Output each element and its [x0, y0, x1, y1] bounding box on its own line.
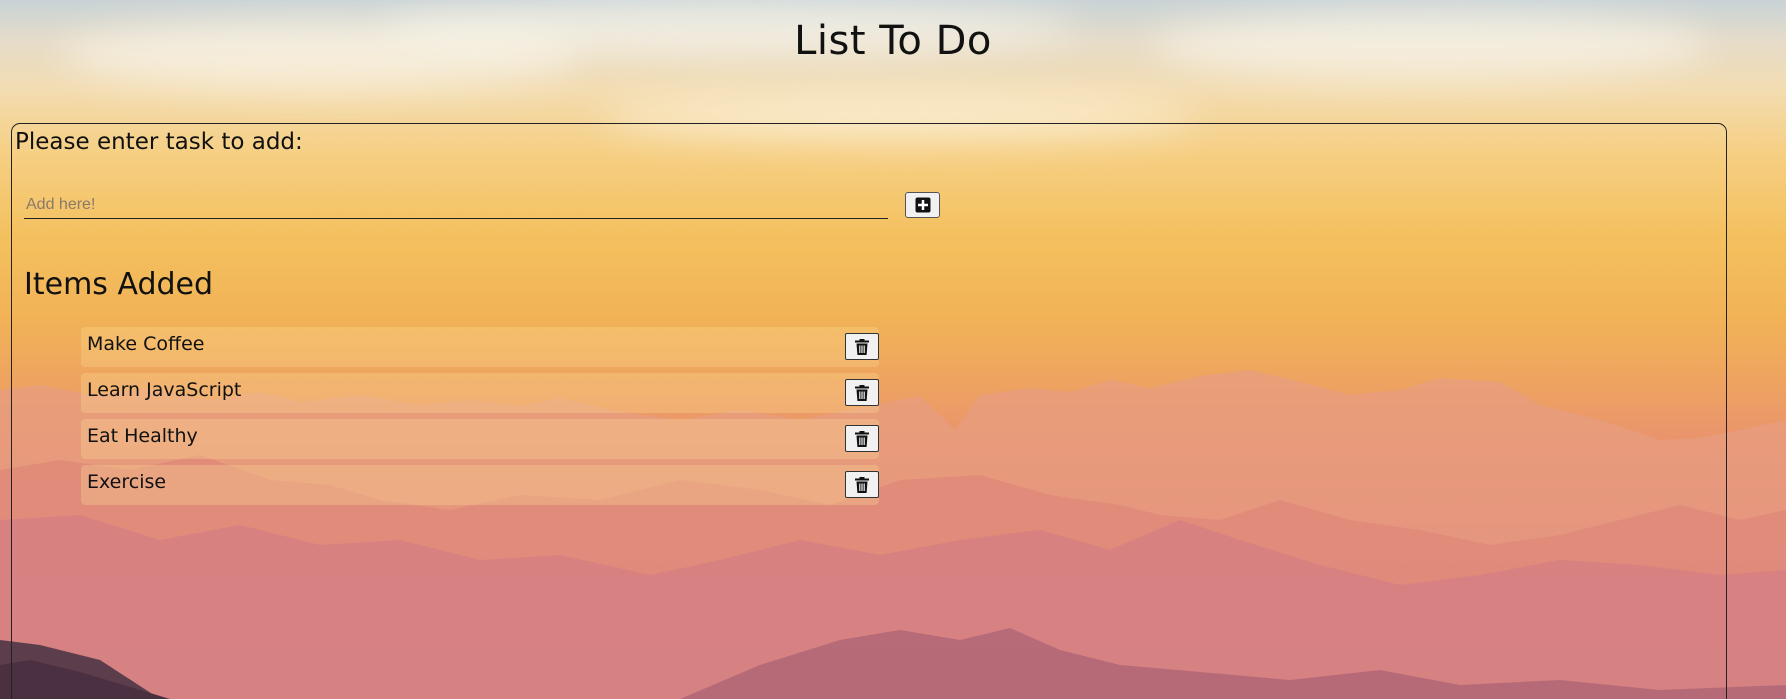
todo-item: Exercise — [81, 465, 879, 505]
todo-item-label: Make Coffee — [87, 333, 205, 355]
task-entry-label: Please enter task to add: — [15, 129, 303, 155]
todo-item-label: Eat Healthy — [87, 425, 198, 447]
delete-task-button[interactable] — [845, 379, 879, 406]
todo-list: Make Coffee Learn JavaScript Eat Healthy… — [81, 327, 879, 511]
todo-item-label: Exercise — [87, 471, 167, 493]
items-added-heading: Items Added — [24, 267, 214, 302]
add-task-button[interactable] — [905, 192, 940, 218]
todo-item: Eat Healthy — [81, 419, 879, 459]
page-title: List To Do — [794, 18, 992, 64]
todo-item: Make Coffee — [81, 327, 879, 367]
delete-task-button[interactable] — [845, 425, 879, 452]
trash-icon — [855, 476, 869, 493]
delete-task-button[interactable] — [845, 333, 879, 360]
plus-square-icon — [915, 197, 931, 213]
delete-task-button[interactable] — [845, 471, 879, 498]
todo-item: Learn JavaScript — [81, 373, 879, 413]
trash-icon — [855, 430, 869, 447]
task-input[interactable] — [24, 192, 888, 219]
todo-item-label: Learn JavaScript — [87, 379, 242, 401]
trash-icon — [855, 384, 869, 401]
trash-icon — [855, 338, 869, 355]
todo-panel: Please enter task to add: Items Added Ma… — [11, 123, 1727, 699]
